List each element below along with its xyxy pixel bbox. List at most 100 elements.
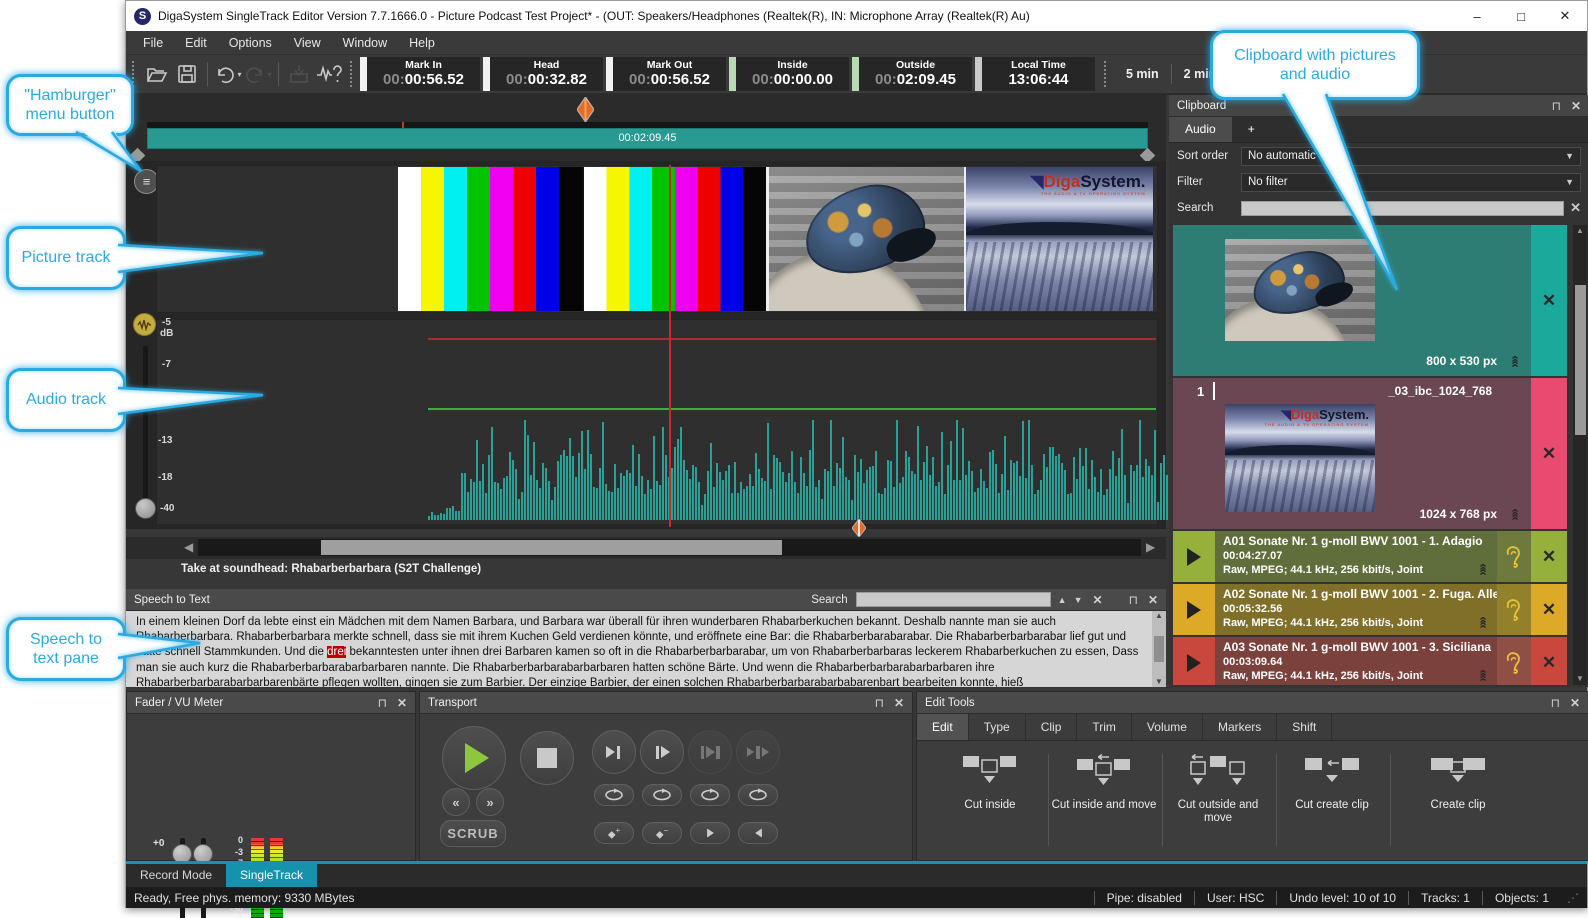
scrub-button[interactable]: SCRUB	[440, 820, 506, 847]
playhead-marker-icon[interactable]	[577, 97, 594, 122]
loop-button-2[interactable]	[642, 784, 682, 806]
resize-grip-icon[interactable]: ⋰	[1567, 891, 1579, 905]
loop-button-4[interactable]	[738, 784, 778, 806]
next-marker-button[interactable]	[690, 822, 730, 844]
expand-icon[interactable]: ««	[1476, 563, 1491, 573]
tab-shift[interactable]: Shift	[1277, 714, 1332, 740]
clipboard-item[interactable]: 800 x 530 px««✕	[1173, 225, 1567, 376]
track-gain-slider[interactable]	[143, 346, 148, 504]
scroll-left-icon[interactable]: ◀	[184, 540, 193, 554]
beach-thumbnail[interactable]: ◥DigaSystem.THE AUDIO & TV OPERATING SYS…	[1225, 404, 1375, 512]
prelisten-ear-icon[interactable]	[1497, 531, 1531, 582]
delete-item-icon[interactable]: ✕	[1531, 637, 1567, 685]
item-name[interactable]: _03_ibc_1024_768	[1388, 384, 1492, 398]
maximize-button[interactable]: □	[1499, 1, 1543, 31]
speech-scroll-up-icon[interactable]: ▲	[1155, 611, 1163, 621]
edit-tools-close-icon[interactable]: ✕	[1570, 696, 1580, 710]
open-icon[interactable]	[142, 59, 172, 89]
clipboard-item[interactable]: 1_03_ibc_1024_768◥DigaSystem.THE AUDIO &…	[1173, 378, 1567, 529]
pin-icon[interactable]: ⊓	[1129, 593, 1138, 607]
tab-type[interactable]: Type	[969, 714, 1026, 740]
time-field-local-time[interactable]: Local Time 13:06:44	[975, 57, 1095, 91]
delete-item-icon[interactable]: ✕	[1531, 531, 1567, 582]
prelisten-ear-icon[interactable]	[1497, 584, 1531, 635]
play-button[interactable]	[442, 726, 506, 790]
expand-icon[interactable]: ««	[1476, 616, 1491, 626]
time-field-mark-out[interactable]: Mark Out 00:00:56.52	[606, 57, 726, 91]
time-field-inside[interactable]: Inside 00:00:00.00	[729, 57, 849, 91]
cut-inside-and-move-button[interactable]: Cut inside and move	[1051, 754, 1157, 812]
menu-options[interactable]: Options	[218, 31, 283, 55]
clipboard-item[interactable]: A01 Sonate Nr. 1 g-moll BWV 1001 - 1. Ad…	[1173, 531, 1567, 582]
clipboard-tab-audio[interactable]: Audio	[1169, 117, 1232, 142]
speech-transcript[interactable]: In einem kleinen Dorf da lebte einst ein…	[126, 611, 1152, 687]
expand-icon[interactable]: ««	[1508, 508, 1523, 518]
cut-create-clip-button[interactable]: Cut create clip	[1279, 754, 1385, 812]
tab-trim[interactable]: Trim	[1077, 714, 1132, 740]
clipboard-close-icon[interactable]: ✕	[1571, 99, 1581, 113]
prelisten-ear-icon[interactable]	[1497, 637, 1531, 685]
filter-dropdown[interactable]: No filter▼	[1241, 173, 1581, 192]
audio-waveform[interactable]	[428, 418, 1186, 520]
track-gain-knob[interactable]	[135, 498, 156, 519]
lizard-thumbnail[interactable]	[1225, 239, 1375, 341]
zoom-5min-button[interactable]: 5 min	[1114, 67, 1171, 81]
tab-edit[interactable]: Edit	[917, 714, 969, 740]
tab-markers[interactable]: Markers	[1203, 714, 1277, 740]
clipboard-scroll-up-icon[interactable]: ▲	[1576, 225, 1584, 237]
rewind-button[interactable]: «	[442, 788, 470, 816]
fader-pin-icon[interactable]: ⊓	[378, 696, 387, 710]
clipboard-scroll-down-icon[interactable]: ▼	[1576, 673, 1584, 685]
speech-close-icon[interactable]: ✕	[1148, 593, 1158, 607]
track-scrollbar[interactable]: ◀ ▶	[126, 537, 1166, 559]
delete-item-icon[interactable]: ✕	[1531, 584, 1567, 635]
play-item-button[interactable]	[1173, 637, 1215, 685]
fader-close-icon[interactable]: ✕	[397, 696, 407, 710]
clipboard-pin-icon[interactable]: ⊓	[1552, 99, 1561, 113]
time-field-head[interactable]: Head 00:00:32.82	[483, 57, 603, 91]
playhead-line[interactable]	[669, 165, 671, 527]
clipboard-add-tab[interactable]: +	[1232, 117, 1271, 142]
scroll-right-icon[interactable]: ▶	[1146, 540, 1155, 554]
search-clear-icon[interactable]: ✕	[1093, 593, 1103, 607]
digasystem-picture[interactable]: ◥DigaSystem.THE AUDIO & TV OPERATING SYS…	[966, 167, 1153, 311]
menu-window[interactable]: Window	[332, 31, 398, 55]
speech-search-input[interactable]	[856, 592, 1051, 607]
time-field-outside[interactable]: Outside 00:02:09.45	[852, 57, 972, 91]
expand-icon[interactable]: ««	[1476, 669, 1491, 679]
search-prev-icon[interactable]: ▲	[1058, 595, 1067, 605]
play-item-button[interactable]	[1173, 584, 1215, 635]
speech-to-text-icon[interactable]	[314, 59, 344, 89]
clipboard-item[interactable]: A03 Sonate Nr. 1 g-moll BWV 1001 - 3. Si…	[1173, 637, 1567, 685]
edit-tools-pin-icon[interactable]: ⊓	[1551, 696, 1560, 710]
cut-outside-and-move-button[interactable]: Cut outside and move	[1165, 754, 1271, 825]
search-next-icon[interactable]: ▼	[1074, 595, 1083, 605]
transport-close-icon[interactable]: ✕	[894, 696, 904, 710]
tab-clip[interactable]: Clip	[1026, 714, 1078, 740]
picture-track[interactable]: ◥DigaSystem.THE AUDIO & TV OPERATING SYS…	[156, 165, 1158, 313]
speech-scroll-down-icon[interactable]: ▼	[1155, 677, 1163, 687]
sort-order-dropdown[interactable]: No automatic sort▼	[1241, 147, 1581, 166]
speech-scroll-thumb[interactable]	[1154, 636, 1164, 662]
loop-button-1[interactable]	[594, 784, 634, 806]
tab-singletrack[interactable]: SingleTrack	[226, 864, 317, 887]
scrollbar-thumb[interactable]	[321, 540, 782, 555]
expand-icon[interactable]: ««	[1508, 355, 1523, 365]
undo-icon[interactable]: ▾	[213, 59, 243, 89]
speech-scrollbar[interactable]: ▲ ▼	[1152, 611, 1166, 687]
colorbar-image-2[interactable]	[582, 167, 766, 311]
forward-button[interactable]: »	[476, 788, 504, 816]
audio-track[interactable]	[156, 319, 1158, 525]
volume-envelope-line[interactable]	[428, 408, 1156, 410]
cut-inside-button[interactable]: Cut inside	[937, 754, 1043, 812]
minimize-button[interactable]: –	[1455, 1, 1499, 31]
close-button[interactable]: ✕	[1543, 1, 1587, 31]
menu-file[interactable]: File	[132, 31, 174, 55]
time-field-mark-in[interactable]: Mark In 00:00:56.52	[360, 57, 480, 91]
add-marker-button[interactable]: ◆+	[594, 822, 634, 844]
remove-marker-button[interactable]: ◆−	[642, 822, 682, 844]
clipboard-item[interactable]: A02 Sonate Nr. 1 g-moll BWV 1001 - 2. Fu…	[1173, 584, 1567, 635]
toolbar-grip2[interactable]	[350, 61, 356, 87]
clipboard-search-clear-icon[interactable]: ✕	[1570, 200, 1581, 216]
menu-view[interactable]: View	[283, 31, 332, 55]
